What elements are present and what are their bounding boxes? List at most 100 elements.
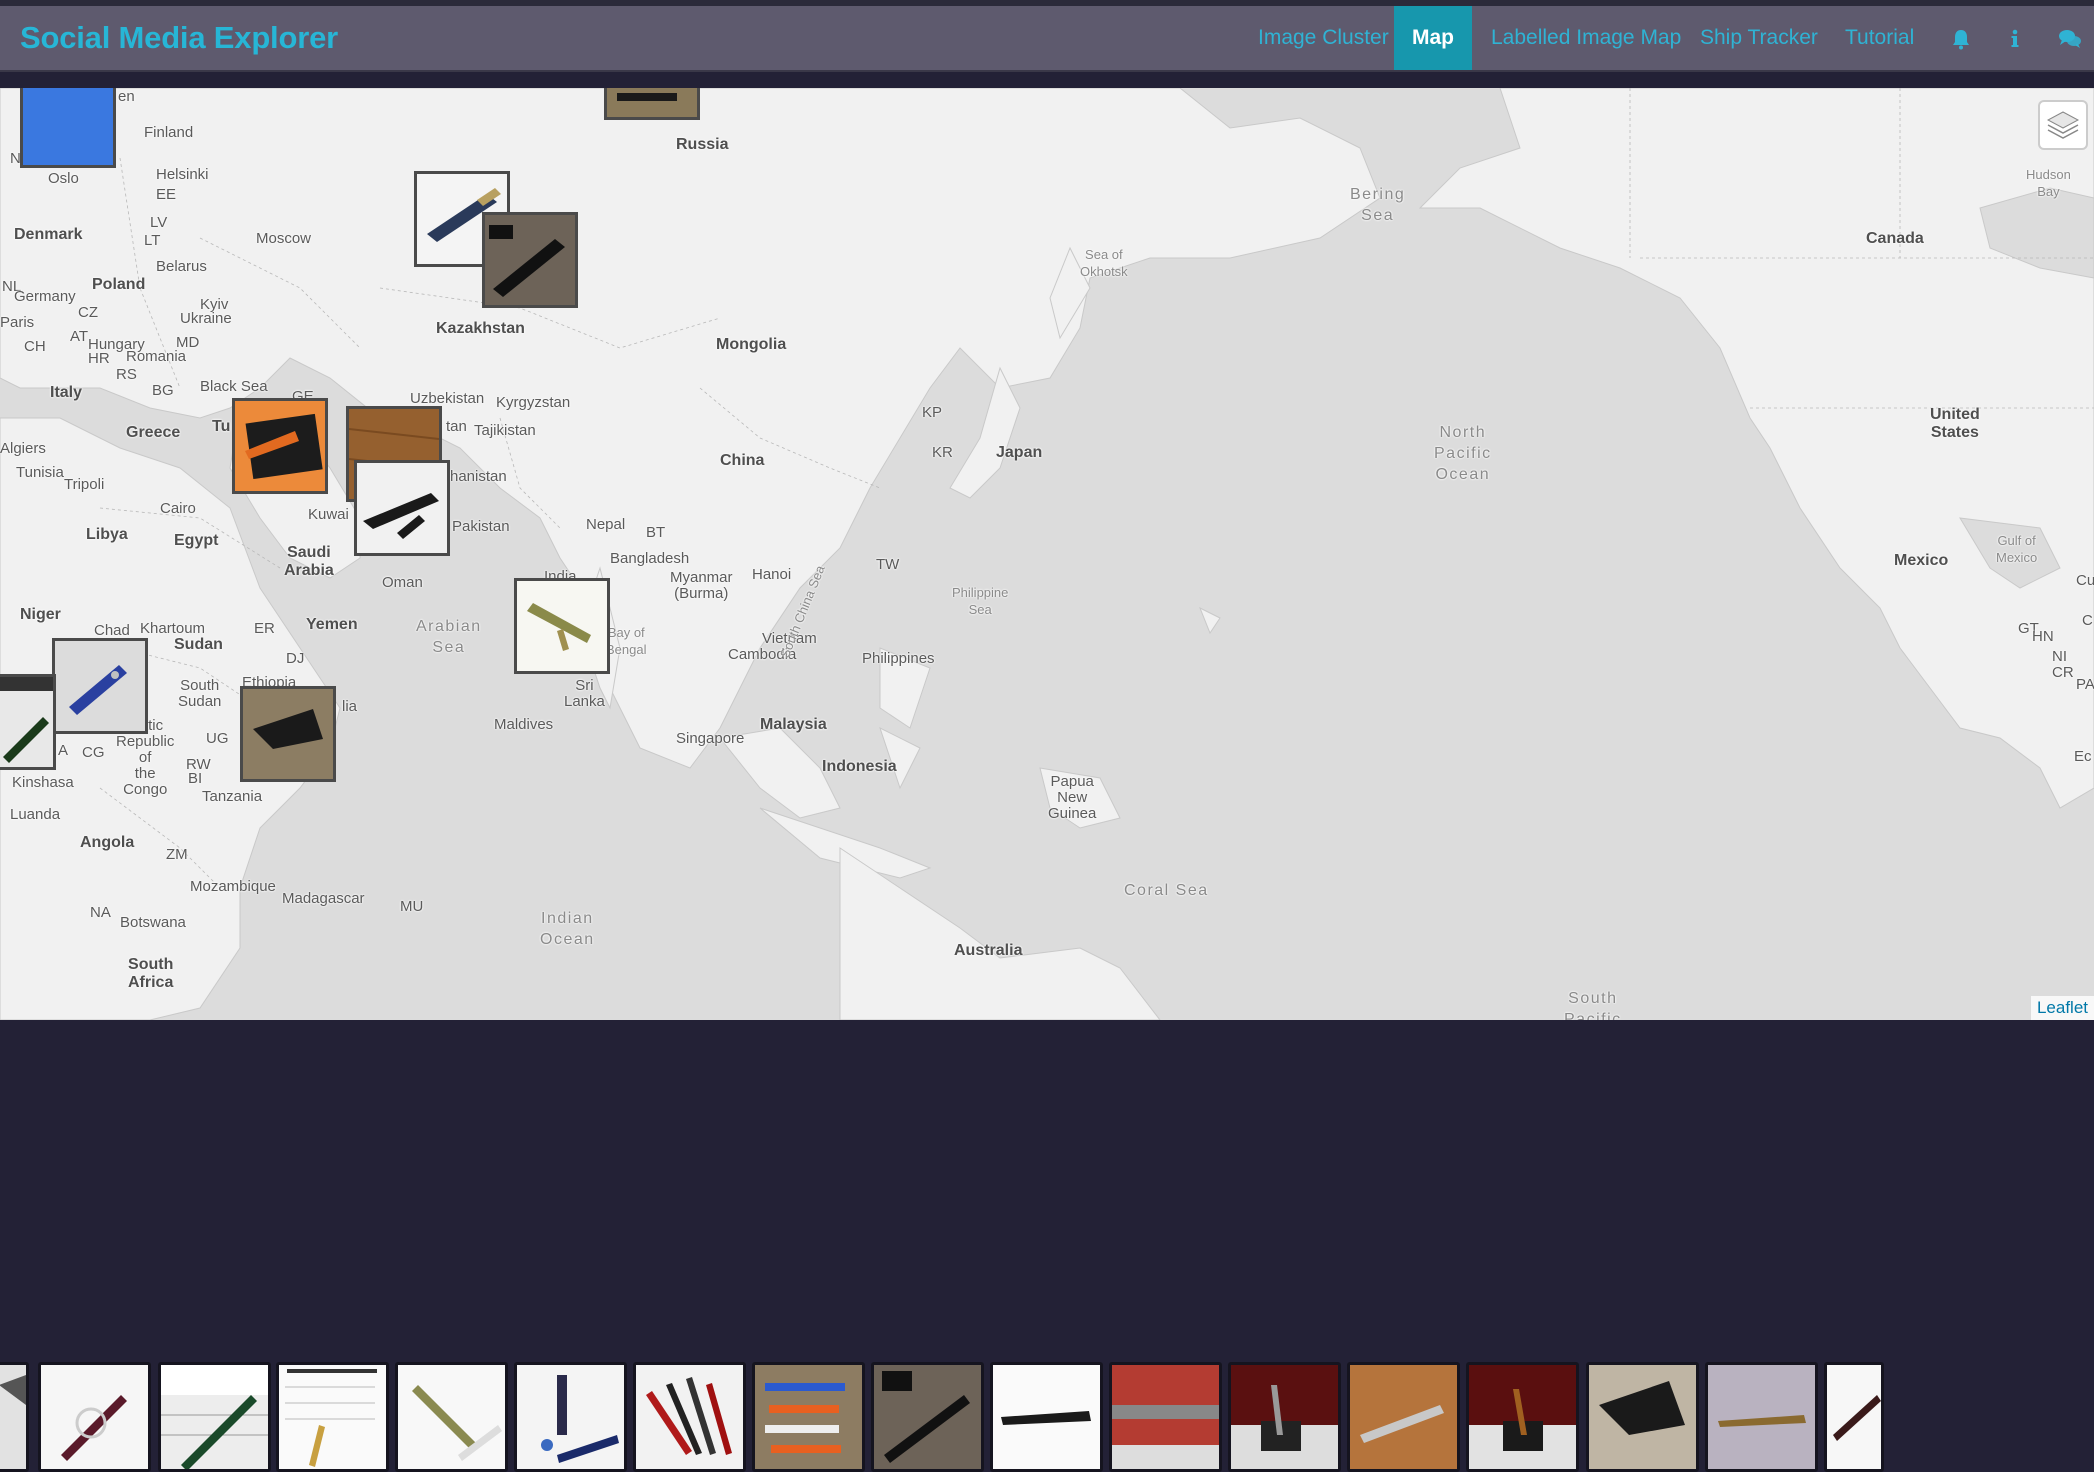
map-label-black-sea: Black Sea: [200, 378, 268, 395]
thumbnail[interactable]: [752, 1362, 865, 1472]
map-label-helsinki: Helsinki: [156, 166, 209, 183]
map-label-united-states: United States: [1930, 406, 1980, 441]
brand-title[interactable]: Social Media Explorer: [20, 20, 338, 56]
thumbnail[interactable]: [1705, 1362, 1818, 1472]
map-label-dj: DJ: [286, 650, 305, 667]
map-label-pa: PA: [2076, 676, 2094, 693]
map-label-greece: Greece: [126, 424, 181, 441]
map-label-niger: Niger: [20, 606, 61, 623]
map-label-denmark: Denmark: [14, 226, 83, 243]
map-image-marker[interactable]: [52, 638, 148, 734]
map-label-algiers: Algiers: [0, 440, 46, 457]
map-label-egypt: Egypt: [174, 532, 219, 549]
map-label-botswana: Botswana: [120, 914, 186, 931]
thumbnail[interactable]: [38, 1362, 151, 1472]
map-label-ec: Ec: [2074, 748, 2092, 765]
map-label-gulf-of-mexico: Gulf of Mexico: [1996, 533, 2038, 565]
map-label-canada: Canada: [1866, 230, 1924, 247]
map-label-pakistan: Pakistan: [452, 518, 510, 535]
map-label-north-pacific-ocean: North Pacific Ocean: [1434, 424, 1492, 483]
map-label-sudan: Sudan: [174, 636, 223, 653]
map-label-madagascar: Madagascar: [282, 890, 365, 907]
map-label-tan: tan: [446, 418, 467, 435]
nav-image-cluster[interactable]: Image Cluster: [1238, 6, 1409, 70]
map-label-tw: TW: [876, 556, 900, 573]
map-label-khartoum: Khartoum: [140, 620, 206, 637]
nav-map[interactable]: Map: [1394, 6, 1472, 70]
map-label-tripoli: Tripoli: [64, 476, 105, 493]
map-label-singapore: Singapore: [676, 730, 745, 747]
map-label-bg: BG: [152, 382, 174, 399]
map-label-bi: BI: [188, 770, 203, 787]
map-label-zm: ZM: [166, 846, 188, 863]
thumbnail[interactable]: [276, 1362, 389, 1472]
bell-icon[interactable]: [1950, 28, 1972, 50]
leaflet-attribution-link[interactable]: Leaflet: [2030, 996, 2094, 1020]
map-label-tajikistan: Tajikistan: [474, 422, 536, 439]
map-label-nepal: Nepal: [586, 516, 626, 533]
thumbnail[interactable]: [0, 1362, 29, 1472]
map-image-marker[interactable]: [354, 460, 450, 556]
map-label-kazakhstan: Kazakhstan: [436, 320, 525, 337]
map-label-hn: HN: [2032, 628, 2054, 645]
map-label-russia: Russia: [676, 136, 729, 153]
map-label-a: A: [58, 742, 69, 759]
map-label-ukraine: Ukraine: [180, 310, 232, 327]
thumbnail[interactable]: [990, 1362, 1103, 1472]
map-label-angola: Angola: [80, 834, 135, 851]
map-label-japan: Japan: [996, 444, 1043, 461]
map-label-belarus: Belarus: [156, 258, 207, 275]
map-label-luanda: Luanda: [10, 806, 61, 823]
map-image-marker[interactable]: [482, 212, 578, 308]
thumbnail[interactable]: [1228, 1362, 1341, 1472]
map-label-bangladesh: Bangladesh: [610, 550, 690, 567]
map-label-cz: CZ: [78, 304, 98, 321]
map-image-marker[interactable]: [514, 578, 610, 674]
map-label-coral-sea: Coral Sea: [1124, 882, 1209, 899]
map-label-maldives: Maldives: [494, 716, 554, 733]
nav-labelled-image-map[interactable]: Labelled Image Map: [1471, 6, 1701, 70]
thumbnail[interactable]: [514, 1362, 627, 1472]
map-label-cr: CR: [2052, 664, 2074, 681]
map-label-sri-lanka: Sri Lanka: [564, 677, 605, 710]
info-icon[interactable]: [2004, 28, 2026, 50]
map-label-saudi-arabia: Saudi Arabia: [284, 544, 334, 579]
thumbnail[interactable]: [633, 1362, 746, 1472]
map-image-marker[interactable]: [604, 88, 700, 120]
thumbnail[interactable]: [1586, 1362, 1699, 1472]
map-image-marker[interactable]: [240, 686, 336, 782]
map-image-marker[interactable]: [232, 398, 328, 494]
map-image-marker[interactable]: [0, 674, 56, 770]
comments-icon[interactable]: [2058, 28, 2082, 50]
map-viewport[interactable]: Finland Norway Oslo Helsinki EE LV LT De…: [0, 88, 2094, 1020]
map-label-mozambique: Mozambique: [190, 878, 276, 895]
map-label-south-sudan: South Sudan: [178, 677, 222, 710]
thumbnail[interactable]: [1109, 1362, 1222, 1472]
map-label-tu: Tu: [212, 418, 231, 435]
map-label-indian-ocean: Indian Ocean: [540, 910, 595, 948]
map-label-germany: Germany: [14, 288, 76, 305]
map-label-ch: CH: [24, 338, 46, 355]
map-label-ee: EE: [156, 186, 177, 203]
thumbnail[interactable]: [1466, 1362, 1579, 1472]
thumbnail[interactable]: [1824, 1362, 1884, 1472]
map-label-bering-sea: Bering Sea: [1350, 186, 1406, 224]
map-label-er: ER: [254, 620, 275, 637]
thumbnail[interactable]: [395, 1362, 508, 1472]
thumbnail[interactable]: [158, 1362, 271, 1472]
map-label-at: AT: [70, 328, 89, 345]
map-label-lv: LV: [150, 214, 168, 231]
map-label-south-africa: South Africa: [128, 956, 174, 991]
map-label-cairo: Cairo: [160, 500, 196, 517]
thumbnail[interactable]: [1347, 1362, 1460, 1472]
nav-tutorial[interactable]: Tutorial: [1825, 6, 1934, 70]
map-label-mexico: Mexico: [1894, 552, 1949, 569]
nav-ship-tracker[interactable]: Ship Tracker: [1680, 6, 1838, 70]
map-label-myanmar: Myanmar (Burma): [670, 569, 733, 602]
map-label-sea-of-okhotsk: Sea of Okhotsk: [1080, 247, 1128, 279]
map-label-papua-new-guinea: Papua New Guinea: [1048, 773, 1097, 822]
map-label-yemen: Yemen: [306, 616, 358, 633]
thumbnail[interactable]: [871, 1362, 984, 1472]
layers-control-icon[interactable]: [2038, 100, 2088, 150]
map-image-marker[interactable]: [20, 88, 116, 168]
